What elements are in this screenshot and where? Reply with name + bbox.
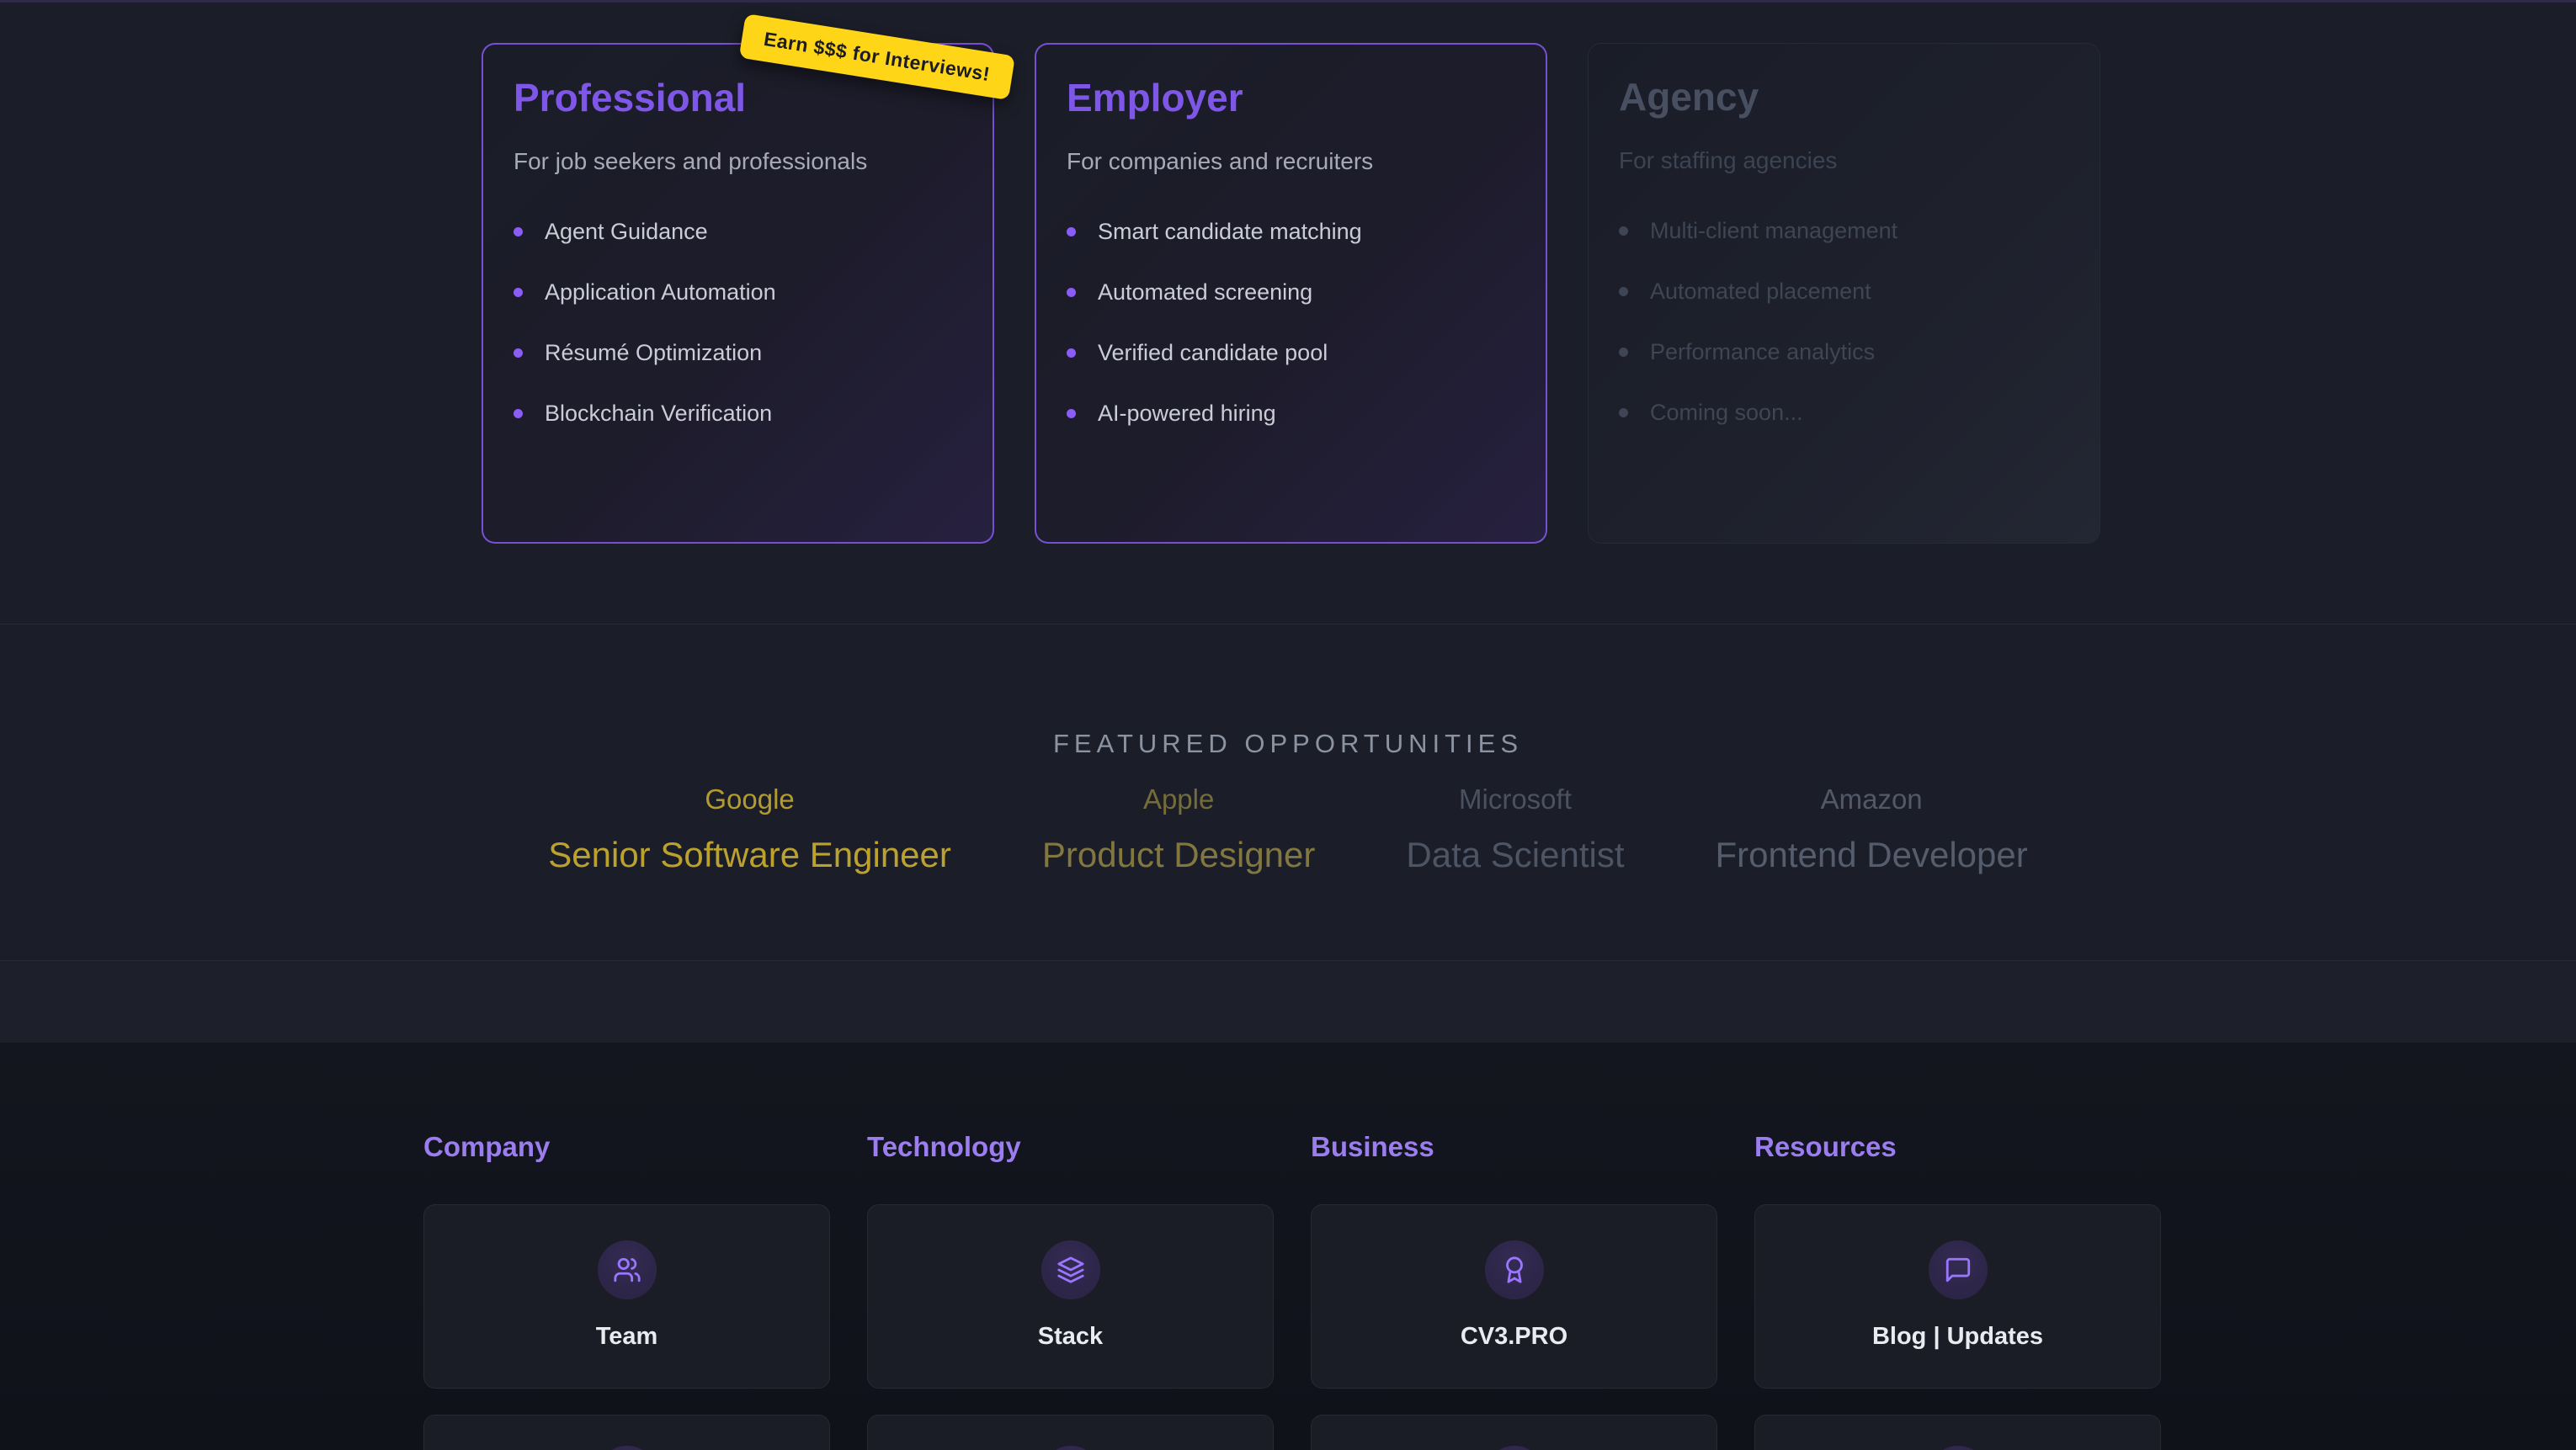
featured-job: Microsoft Data Scientist <box>1406 783 1624 876</box>
layers-icon <box>1041 1240 1100 1299</box>
plan-feature: Multi-client management <box>1619 220 2069 242</box>
job-role: Data Scientist <box>1406 834 1624 876</box>
plans-row: Professional For job seekers and profess… <box>482 43 2100 544</box>
job-role: Product Designer <box>1042 834 1316 876</box>
job-role: Frontend Developer <box>1716 834 2028 876</box>
job-role: Senior Software Engineer <box>548 834 951 876</box>
plan-feature: Smart candidate matching <box>1067 220 1515 243</box>
pricing-landing-page: Professional For job seekers and profess… <box>0 0 2576 1450</box>
featured-job: Apple Product Designer <box>1042 783 1316 876</box>
footer-heading: Business <box>1311 1130 1434 1164</box>
job-company: Google <box>548 783 951 816</box>
job-company: Apple <box>1042 783 1316 816</box>
footer-card-partial[interactable] <box>1754 1415 2161 1450</box>
plan-subtitle: For companies and recruiters <box>1067 146 1515 177</box>
plan-feature-list: Smart candidate matching Automated scree… <box>1067 220 1515 425</box>
footer-link-label: Stack <box>868 1323 1273 1351</box>
feature-label: Smart candidate matching <box>1098 220 1362 243</box>
plan-feature-list: Multi-client management Automated placem… <box>1619 220 2069 424</box>
message-bubble-icon <box>1929 1240 1988 1299</box>
bullet-icon <box>1067 288 1076 297</box>
feature-label: AI-powered hiring <box>1098 402 1276 425</box>
footer-partial-icon <box>1485 1446 1544 1450</box>
footer-link-label: Blog | Updates <box>1755 1323 2160 1351</box>
featured-job: Google Senior Software Engineer <box>548 783 951 876</box>
plan-card-agency: Agency For staffing agencies Multi-clien… <box>1588 43 2100 544</box>
footer-partial-icon <box>1041 1446 1100 1450</box>
featured-opportunities-section: FEATURED OPPORTUNITIES Google Senior Sof… <box>0 624 2576 961</box>
bullet-icon <box>514 227 523 236</box>
footer-link-label: Team <box>424 1323 829 1351</box>
feature-label: Automated screening <box>1098 281 1312 304</box>
footer-card-partial[interactable] <box>423 1415 830 1450</box>
job-company: Microsoft <box>1406 783 1624 816</box>
bullet-icon <box>1619 348 1628 357</box>
feature-label: Application Automation <box>545 281 776 304</box>
footer-link-cv3pro[interactable]: CV3.PRO <box>1311 1204 1717 1389</box>
bullet-icon <box>1619 408 1628 417</box>
plan-feature: AI-powered hiring <box>1067 402 1515 425</box>
feature-label: Agent Guidance <box>545 220 708 243</box>
feature-label: Coming soon... <box>1650 401 1803 424</box>
feature-label: Multi-client management <box>1650 220 1897 242</box>
section-spacer <box>0 961 2576 1043</box>
feature-label: Blockchain Verification <box>545 402 772 425</box>
job-company: Amazon <box>1716 783 2028 816</box>
footer-link-team[interactable]: Team <box>423 1204 830 1389</box>
plan-title: Agency <box>1619 76 2069 119</box>
footer-heading: Company <box>423 1130 550 1164</box>
users-icon <box>598 1240 657 1299</box>
bullet-icon <box>1067 227 1076 236</box>
bullet-icon <box>1067 409 1076 418</box>
plan-feature: Application Automation <box>514 281 962 304</box>
plan-subtitle: For staffing agencies <box>1619 146 2069 176</box>
featured-jobs-row: Google Senior Software Engineer Apple Pr… <box>0 783 2576 876</box>
plans-section: Professional For job seekers and profess… <box>0 0 2576 624</box>
footer: Company Team Technology <box>0 1043 2576 1450</box>
bullet-icon <box>514 348 523 358</box>
bullet-icon <box>1619 287 1628 296</box>
plan-feature: Verified candidate pool <box>1067 342 1515 364</box>
plan-feature: Coming soon... <box>1619 401 2069 424</box>
footer-card-partial[interactable] <box>867 1415 1274 1450</box>
plan-card-employer[interactable]: Employer For companies and recruiters Sm… <box>1035 43 1547 544</box>
feature-label: Verified candidate pool <box>1098 342 1328 364</box>
plan-feature: Agent Guidance <box>514 220 962 243</box>
footer-link-label: CV3.PRO <box>1312 1323 1716 1351</box>
footer-partial-icon <box>598 1446 657 1450</box>
bullet-icon <box>1619 226 1628 236</box>
plan-subtitle: For job seekers and professionals <box>514 146 962 177</box>
feature-label: Automated placement <box>1650 280 1871 303</box>
feature-label: Résumé Optimization <box>545 342 762 364</box>
award-icon <box>1485 1240 1544 1299</box>
bullet-icon <box>514 288 523 297</box>
featured-job: Amazon Frontend Developer <box>1716 783 2028 876</box>
footer-heading: Technology <box>867 1130 1021 1164</box>
footer-heading: Resources <box>1754 1130 1897 1164</box>
plan-card-professional[interactable]: Professional For job seekers and profess… <box>482 43 994 544</box>
plan-feature: Automated screening <box>1067 281 1515 304</box>
plan-feature-list: Agent Guidance Application Automation Ré… <box>514 220 962 425</box>
bullet-icon <box>514 409 523 418</box>
plan-feature: Blockchain Verification <box>514 402 962 425</box>
footer-link-blog-updates[interactable]: Blog | Updates <box>1754 1204 2161 1389</box>
footer-partial-icon <box>1929 1446 1988 1450</box>
plan-feature: Performance analytics <box>1619 341 2069 364</box>
footer-card-partial[interactable] <box>1311 1415 1717 1450</box>
bullet-icon <box>1067 348 1076 358</box>
feature-label: Performance analytics <box>1650 341 1875 364</box>
featured-title: FEATURED OPPORTUNITIES <box>0 729 2576 759</box>
plan-feature: Résumé Optimization <box>514 342 962 364</box>
plan-title: Professional <box>514 77 962 120</box>
plan-feature: Automated placement <box>1619 280 2069 303</box>
plan-title: Employer <box>1067 77 1515 120</box>
footer-link-stack[interactable]: Stack <box>867 1204 1274 1389</box>
